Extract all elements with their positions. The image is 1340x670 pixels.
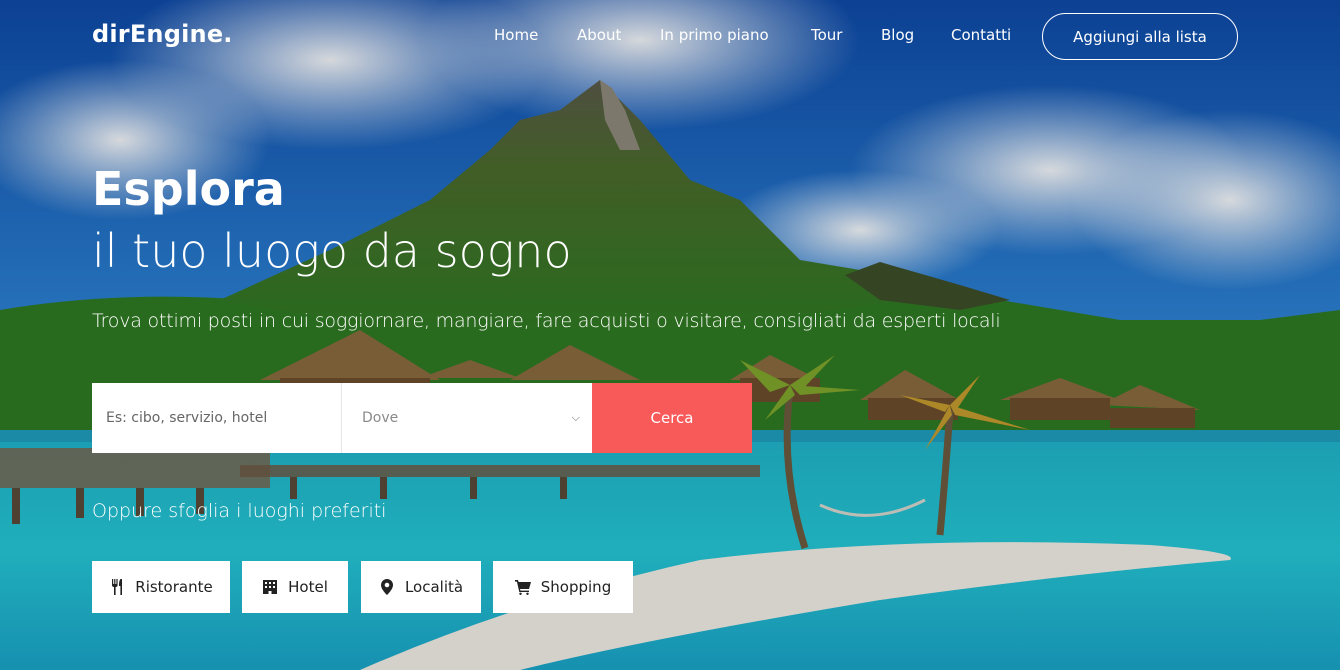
- search-input[interactable]: [106, 410, 341, 426]
- add-listing-button[interactable]: Aggiungi alla lista: [1042, 13, 1238, 60]
- location-select-value: Dove: [362, 410, 399, 426]
- nav-link-about[interactable]: About: [577, 26, 621, 44]
- category-shopping-button[interactable]: Shopping: [493, 561, 633, 613]
- category-label: Shopping: [540, 578, 612, 596]
- hero-title: Esplora: [92, 162, 285, 216]
- building-icon: [262, 579, 278, 595]
- nav-link-tour[interactable]: Tour: [811, 26, 842, 44]
- category-hotel-button[interactable]: Hotel: [242, 561, 348, 613]
- nav-link-contacts[interactable]: Contatti: [951, 26, 1011, 44]
- category-location-button[interactable]: Località: [361, 561, 481, 613]
- cutlery-icon: [109, 579, 125, 595]
- location-select[interactable]: Dove ⌵: [342, 383, 592, 453]
- search-button[interactable]: Cerca: [592, 383, 752, 453]
- category-label: Hotel: [288, 578, 328, 596]
- brand-logo[interactable]: dirEngine.: [92, 20, 233, 48]
- category-label: Ristorante: [135, 578, 213, 596]
- nav-link-blog[interactable]: Blog: [881, 26, 914, 44]
- chevron-down-icon: ⌵: [571, 411, 580, 424]
- map-pin-icon: [379, 579, 395, 595]
- browse-label: Oppure sfoglia i luoghi preferiti: [92, 500, 387, 522]
- hero-description: Trova ottimi posti in cui soggiornare, m…: [92, 310, 1001, 332]
- search-field: [92, 383, 342, 453]
- search-form: Dove ⌵ Cerca: [92, 383, 752, 453]
- nav-link-featured[interactable]: In primo piano: [660, 26, 769, 44]
- nav-link-home[interactable]: Home: [494, 26, 538, 44]
- category-label: Località: [404, 578, 464, 596]
- hero-subtitle: il tuo luogo da sogno: [92, 224, 572, 278]
- cart-icon: [514, 579, 531, 595]
- category-restaurant-button[interactable]: Ristorante: [92, 561, 230, 613]
- top-navbar: dirEngine. Home About In primo piano Tou…: [0, 0, 1340, 72]
